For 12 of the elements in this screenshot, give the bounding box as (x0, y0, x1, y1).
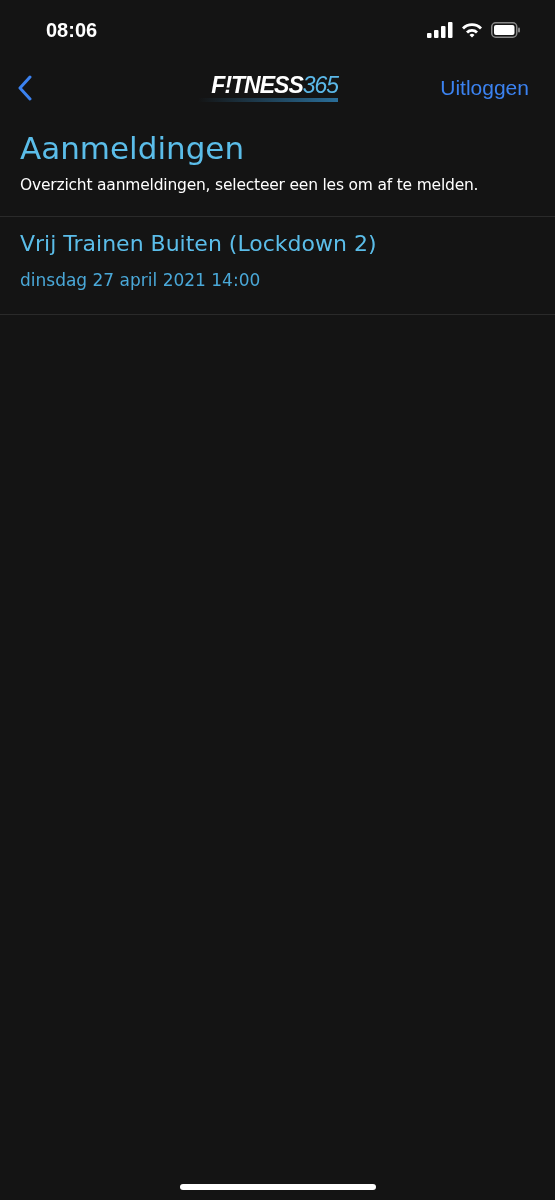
signal-icon (427, 22, 453, 38)
chevron-left-icon (18, 75, 32, 101)
page-title: Aanmeldingen (20, 130, 246, 166)
registration-item[interactable]: Vrij Trainen Buiten (Lockdown 2) dinsdag 27 april 2021 14:00 (0, 217, 555, 315)
class-title: Vrij Trainen Buiten (Lockdown 2) (20, 231, 378, 256)
battery-icon (491, 22, 521, 38)
wifi-icon (461, 22, 483, 38)
logo: F!TNESS365 (211, 74, 339, 97)
page-subtitle: Overzicht aanmeldingen, selecteer een les om af te melden. (20, 176, 480, 194)
class-date: dinsdag 27 april 2021 14:00 (20, 270, 262, 290)
status-time: 08:06 (46, 18, 98, 42)
logout-button[interactable]: Uitloggen (440, 76, 529, 100)
